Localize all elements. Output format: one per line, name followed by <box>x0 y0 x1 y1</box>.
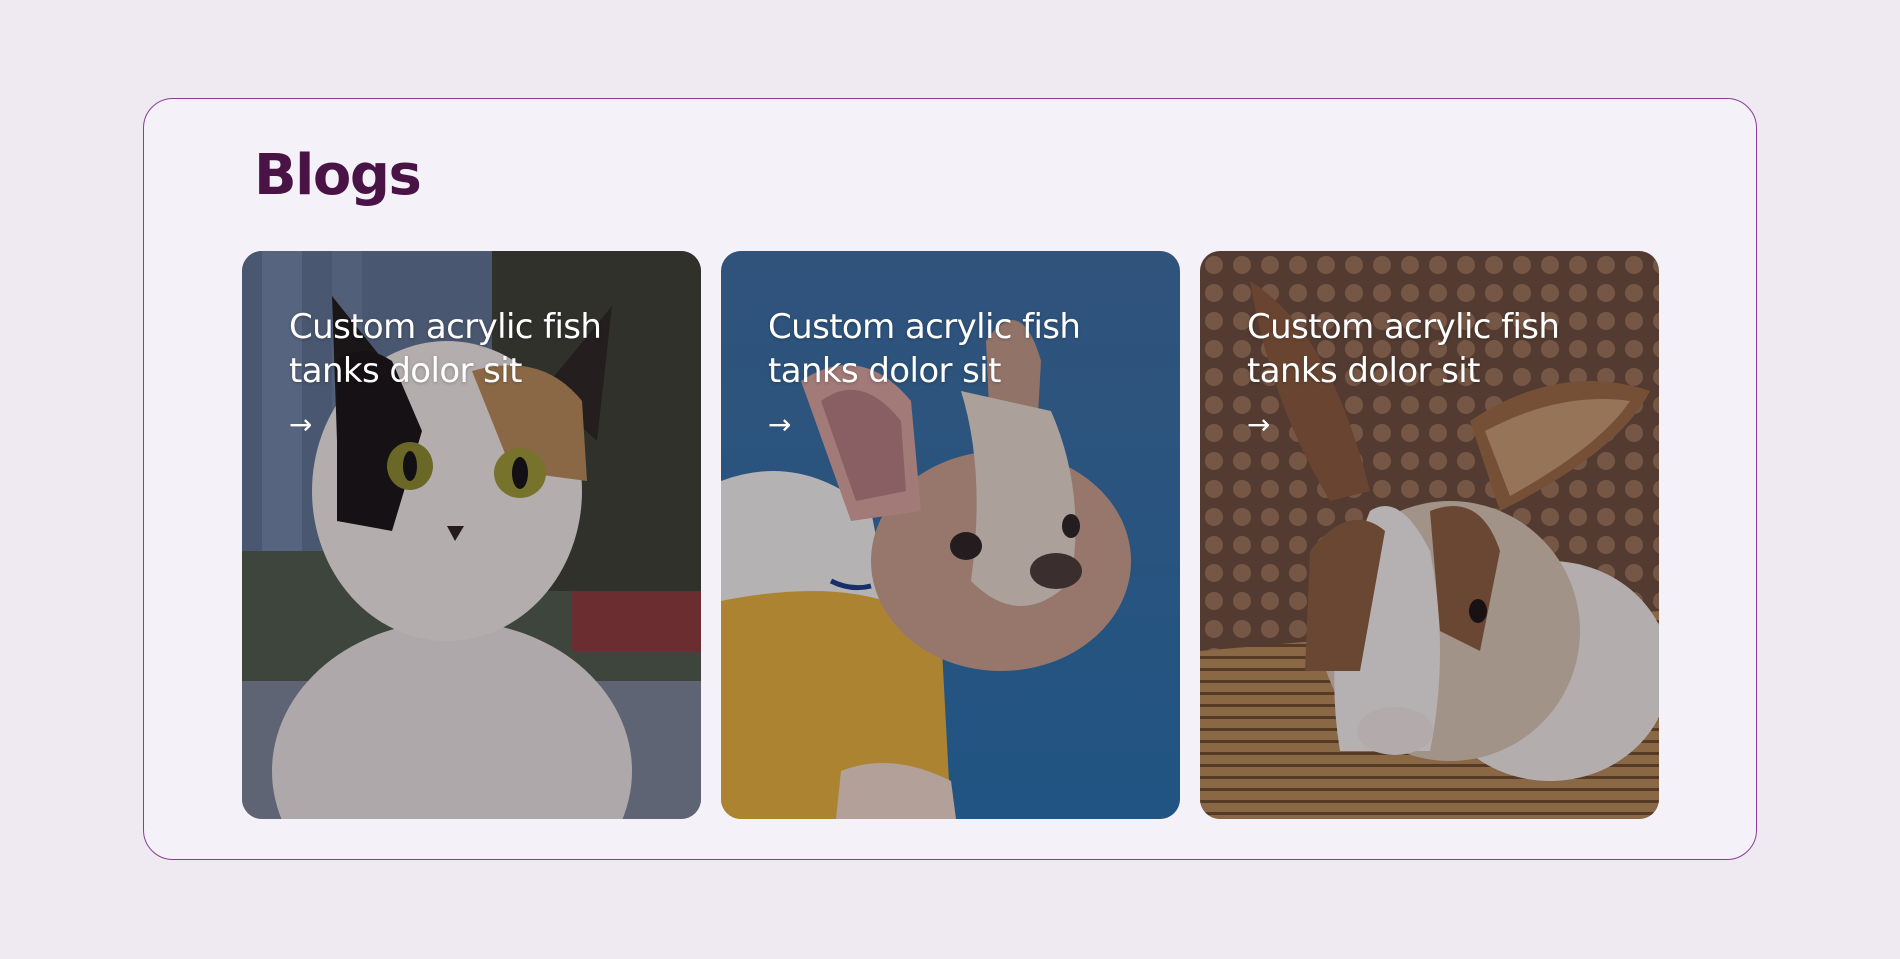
section-title: Blogs <box>254 143 422 208</box>
arrow-right-icon[interactable]: → <box>1247 411 1270 439</box>
arrow-right-icon[interactable]: → <box>289 411 312 439</box>
arrow-right-icon[interactable]: → <box>768 411 791 439</box>
blogs-section: Blogs Custom acrylic fish tanks dolor si… <box>143 98 1757 860</box>
card-title: Custom acrylic fish tanks dolor sit <box>1247 307 1560 391</box>
card-title: Custom acrylic fish tanks dolor sit <box>289 307 602 391</box>
blog-card-1[interactable]: Custom acrylic fish tanks dolor sit → <box>242 251 701 819</box>
card-title: Custom acrylic fish tanks dolor sit <box>768 307 1081 391</box>
blog-card-3[interactable]: Custom acrylic fish tanks dolor sit → <box>1200 251 1659 819</box>
blog-card-2[interactable]: Custom acrylic fish tanks dolor sit → <box>721 251 1180 819</box>
